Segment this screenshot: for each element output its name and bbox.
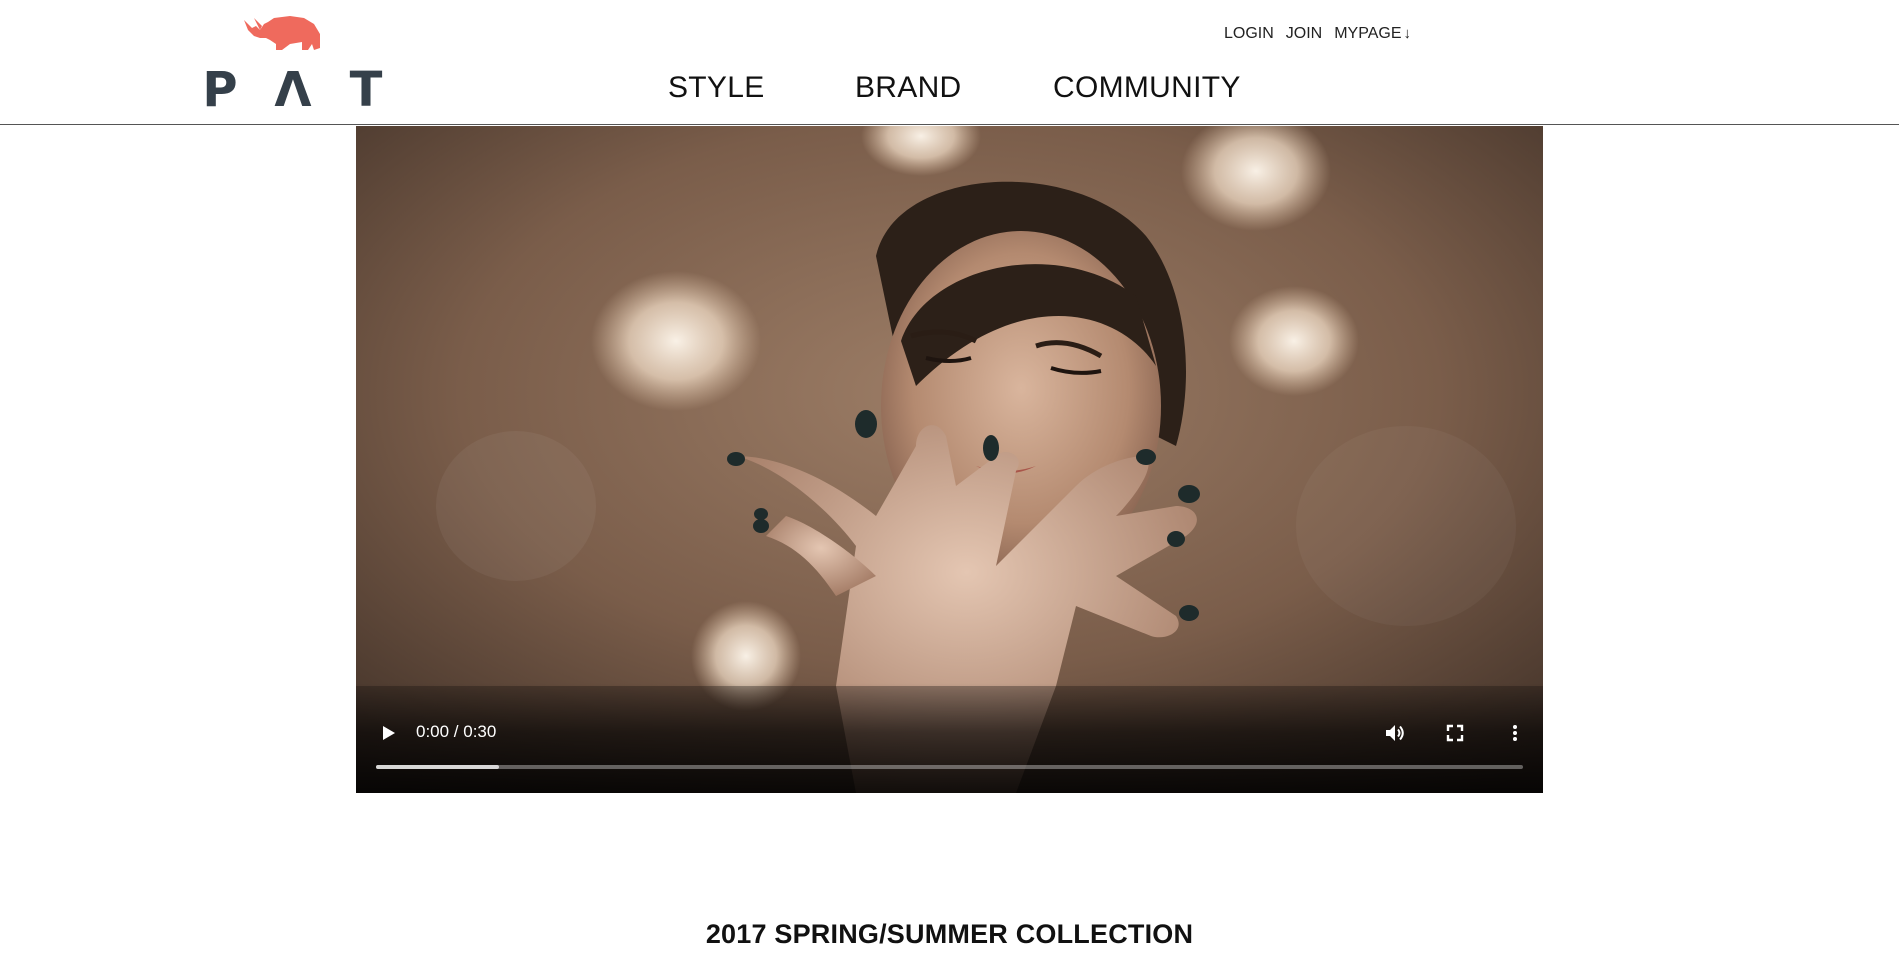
volume-icon[interactable] [1383, 721, 1407, 745]
arrow-down-icon: ↓ [1403, 25, 1412, 42]
mypage-link[interactable]: MYPAGE ↓ [1334, 24, 1411, 44]
utility-nav: LOGIN JOIN MYPAGE ↓ [1224, 24, 1411, 44]
site-header: P Λ T STYLE BRAND COMMUNITY LOGIN JOIN M… [0, 0, 1899, 125]
play-icon[interactable] [376, 721, 400, 745]
mypage-label: MYPAGE [1334, 25, 1402, 42]
logo-letter: Λ [274, 62, 312, 118]
join-link[interactable]: JOIN [1286, 24, 1322, 44]
login-link[interactable]: LOGIN [1224, 24, 1274, 44]
nav-item-style[interactable]: STYLE [668, 68, 855, 108]
fullscreen-icon[interactable] [1443, 721, 1467, 745]
collection-title: 2017 SPRING/SUMMER COLLECTION [705, 919, 1194, 949]
site-logo[interactable]: P Λ T [200, 14, 386, 118]
video-controls: 0:00 / 0:30 [356, 683, 1543, 793]
logo-letter: T [349, 62, 383, 118]
progress-bar[interactable] [376, 765, 1523, 769]
rhino-icon [244, 16, 320, 50]
nav-item-brand[interactable]: BRAND [855, 68, 1053, 108]
time-display: 0:00 / 0:30 [416, 722, 497, 741]
logo-letter: P [202, 62, 238, 118]
video-player[interactable]: 0:00 / 0:30 [356, 126, 1543, 793]
main-nav: STYLE BRAND COMMUNITY [668, 68, 1253, 108]
progress-buffered [376, 765, 499, 769]
more-options-icon[interactable] [1503, 721, 1527, 745]
logo-wordmark: P Λ T [200, 62, 386, 118]
nav-item-community[interactable]: COMMUNITY [1053, 68, 1253, 108]
